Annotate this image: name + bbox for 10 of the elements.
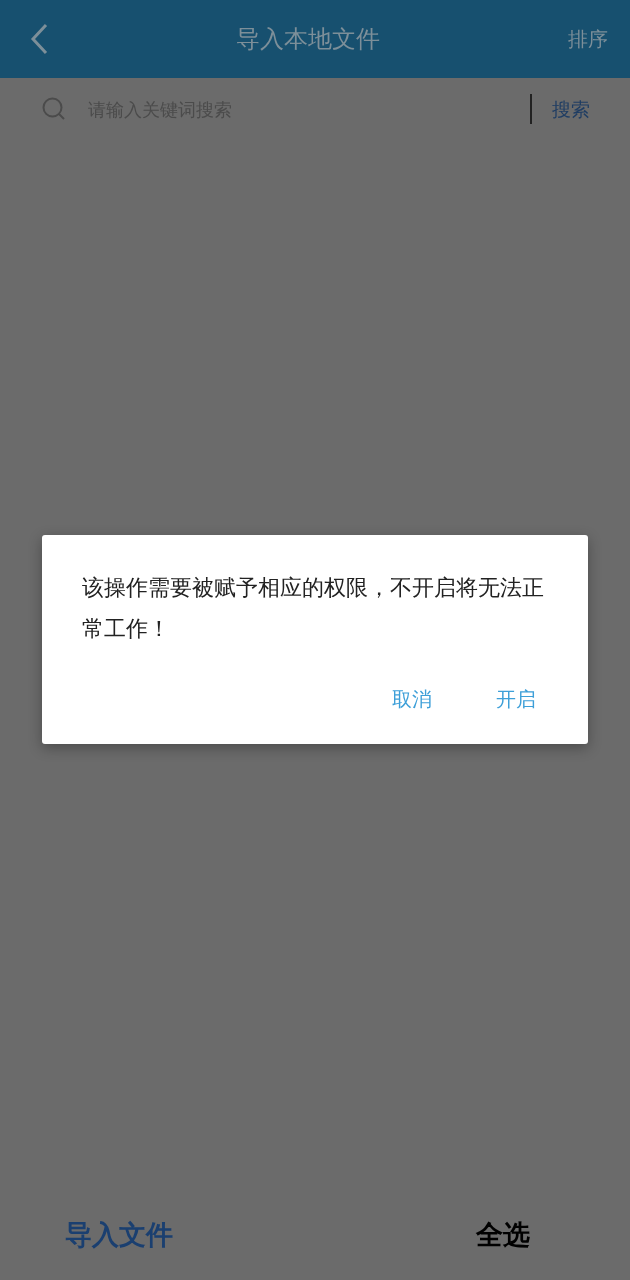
import-files-button[interactable]: 导入文件 bbox=[65, 1214, 173, 1256]
enable-button[interactable]: 开启 bbox=[484, 684, 548, 714]
page-title: 导入本地文件 bbox=[235, 24, 381, 55]
search-icon bbox=[42, 97, 66, 121]
back-icon[interactable] bbox=[30, 23, 48, 55]
dialog-message: 该操作需要被赋予相应的权限，不开启将无法正常工作！ bbox=[82, 574, 545, 643]
cancel-button[interactable]: 取消 bbox=[380, 684, 444, 714]
select-all-button[interactable]: 全选 bbox=[476, 1214, 530, 1256]
sort-button[interactable]: 排序 bbox=[568, 24, 608, 54]
search-button[interactable]: 搜索 bbox=[552, 94, 590, 124]
